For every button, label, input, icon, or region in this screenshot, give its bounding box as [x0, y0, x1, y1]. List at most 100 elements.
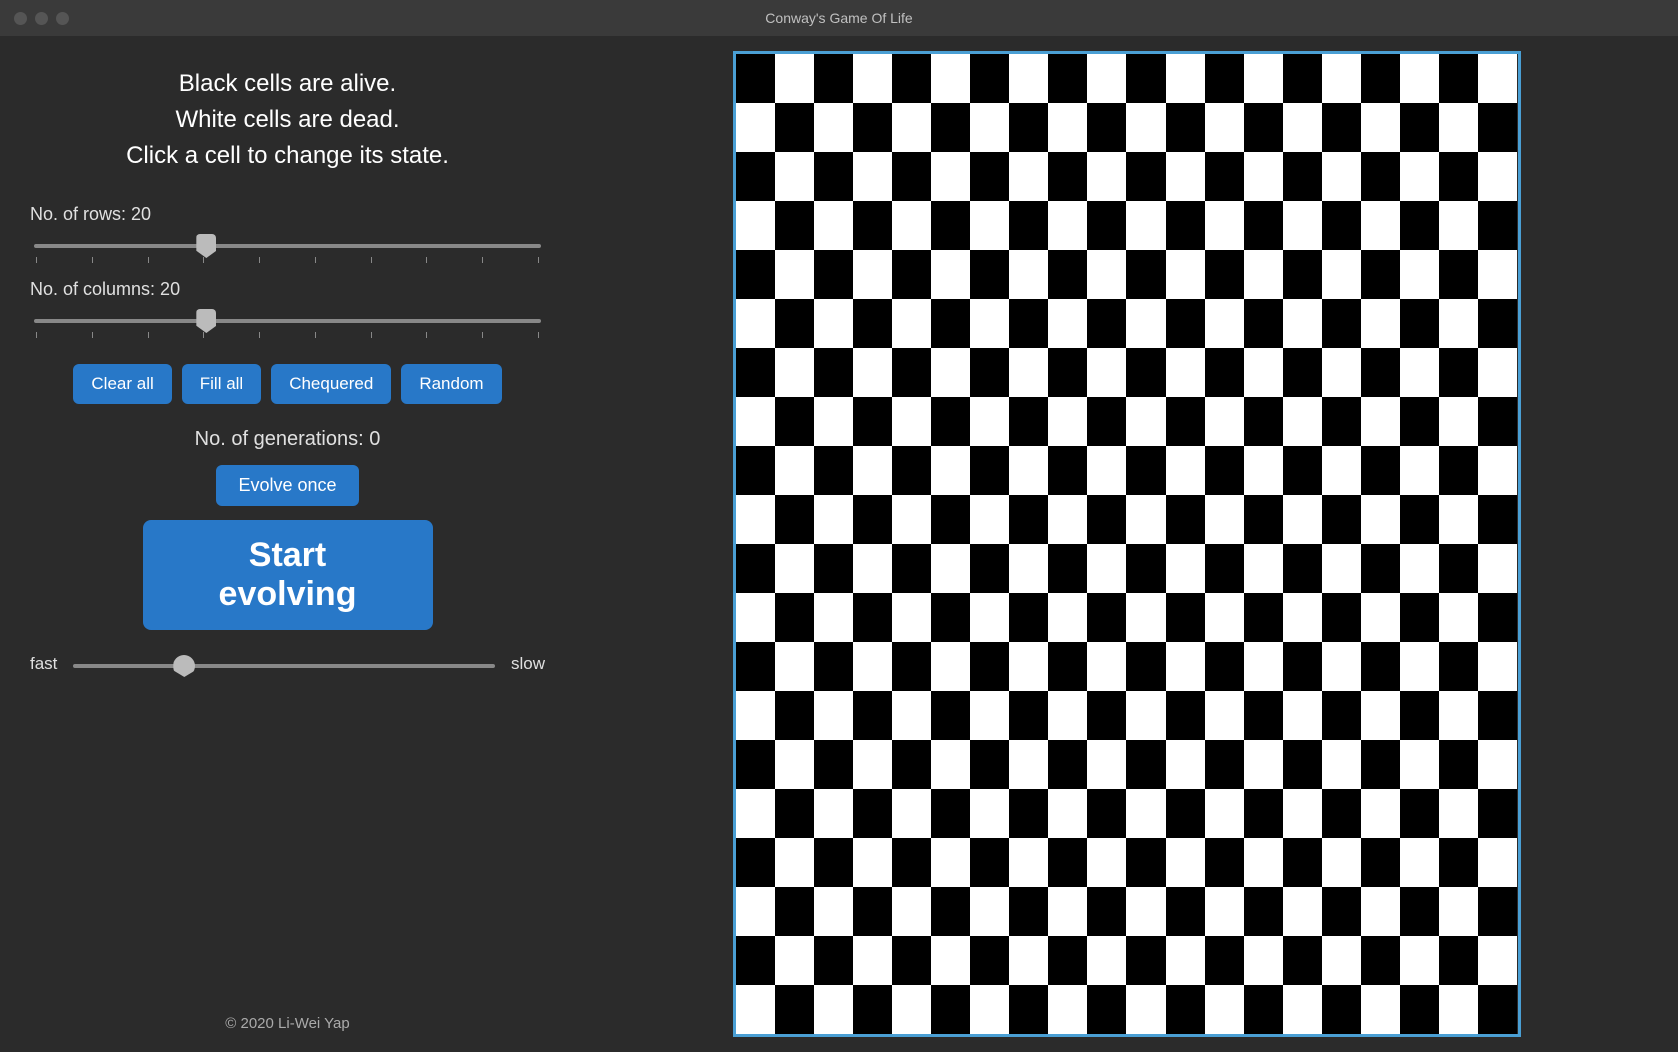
- cell[interactable]: [814, 103, 853, 152]
- cell[interactable]: [1087, 691, 1126, 740]
- cell[interactable]: [1400, 397, 1439, 446]
- cell[interactable]: [1400, 54, 1439, 103]
- cell[interactable]: [1048, 397, 1087, 446]
- cell[interactable]: [1244, 544, 1283, 593]
- cell[interactable]: [1126, 250, 1165, 299]
- cell[interactable]: [814, 544, 853, 593]
- cell[interactable]: [1087, 446, 1126, 495]
- start-evolving-button[interactable]: Start evolving: [143, 520, 433, 630]
- cell[interactable]: [853, 544, 892, 593]
- cell[interactable]: [1439, 152, 1478, 201]
- cell[interactable]: [853, 495, 892, 544]
- cell[interactable]: [1166, 446, 1205, 495]
- cell[interactable]: [1283, 691, 1322, 740]
- cell[interactable]: [1244, 446, 1283, 495]
- cell[interactable]: [1048, 691, 1087, 740]
- cell[interactable]: [736, 691, 775, 740]
- cell[interactable]: [970, 201, 1009, 250]
- cell[interactable]: [775, 740, 814, 789]
- cell[interactable]: [1009, 593, 1048, 642]
- cell[interactable]: [775, 642, 814, 691]
- cell[interactable]: [1244, 740, 1283, 789]
- cell[interactable]: [931, 348, 970, 397]
- cell[interactable]: [814, 446, 853, 495]
- cell[interactable]: [1322, 397, 1361, 446]
- cell[interactable]: [1009, 348, 1048, 397]
- cell[interactable]: [892, 250, 931, 299]
- cell[interactable]: [1361, 936, 1400, 985]
- cell[interactable]: [1205, 152, 1244, 201]
- cell[interactable]: [1244, 642, 1283, 691]
- cell[interactable]: [970, 495, 1009, 544]
- cell[interactable]: [1283, 985, 1322, 1034]
- cell[interactable]: [1126, 201, 1165, 250]
- cell[interactable]: [1205, 936, 1244, 985]
- cell[interactable]: [775, 446, 814, 495]
- cell[interactable]: [1283, 348, 1322, 397]
- cell[interactable]: [814, 789, 853, 838]
- cell[interactable]: [1205, 446, 1244, 495]
- cell[interactable]: [1400, 593, 1439, 642]
- cell[interactable]: [1048, 593, 1087, 642]
- cell[interactable]: [1478, 201, 1517, 250]
- cell[interactable]: [1361, 740, 1400, 789]
- cell[interactable]: [775, 985, 814, 1034]
- cell[interactable]: [892, 299, 931, 348]
- cell[interactable]: [1400, 544, 1439, 593]
- cell[interactable]: [775, 250, 814, 299]
- cell[interactable]: [1126, 348, 1165, 397]
- columns-slider[interactable]: [34, 319, 541, 323]
- cell[interactable]: [1048, 446, 1087, 495]
- cell[interactable]: [1283, 152, 1322, 201]
- cell[interactable]: [931, 201, 970, 250]
- cell[interactable]: [736, 544, 775, 593]
- cell[interactable]: [1361, 789, 1400, 838]
- cell[interactable]: [970, 985, 1009, 1034]
- cell[interactable]: [931, 299, 970, 348]
- cell[interactable]: [736, 299, 775, 348]
- cell[interactable]: [1166, 397, 1205, 446]
- cell[interactable]: [1087, 593, 1126, 642]
- cell[interactable]: [1283, 397, 1322, 446]
- cell[interactable]: [1048, 201, 1087, 250]
- cell[interactable]: [1478, 446, 1517, 495]
- cell[interactable]: [1126, 936, 1165, 985]
- cell[interactable]: [1400, 103, 1439, 152]
- cell[interactable]: [814, 936, 853, 985]
- cell[interactable]: [931, 397, 970, 446]
- cell[interactable]: [1283, 103, 1322, 152]
- cell[interactable]: [1244, 348, 1283, 397]
- cell[interactable]: [931, 495, 970, 544]
- cell[interactable]: [1400, 152, 1439, 201]
- cell[interactable]: [970, 642, 1009, 691]
- cell[interactable]: [1283, 887, 1322, 936]
- cell[interactable]: [1361, 544, 1400, 593]
- cell[interactable]: [1244, 936, 1283, 985]
- cell[interactable]: [1439, 936, 1478, 985]
- cell[interactable]: [931, 446, 970, 495]
- cell[interactable]: [1205, 642, 1244, 691]
- cell[interactable]: [970, 299, 1009, 348]
- cell[interactable]: [1087, 103, 1126, 152]
- cell[interactable]: [1048, 740, 1087, 789]
- cell[interactable]: [931, 691, 970, 740]
- cell[interactable]: [1478, 593, 1517, 642]
- cell[interactable]: [1478, 544, 1517, 593]
- cell[interactable]: [892, 201, 931, 250]
- cell[interactable]: [775, 789, 814, 838]
- cell[interactable]: [853, 691, 892, 740]
- cell[interactable]: [1205, 348, 1244, 397]
- cell[interactable]: [1439, 691, 1478, 740]
- cell[interactable]: [1283, 201, 1322, 250]
- cell[interactable]: [1283, 838, 1322, 887]
- cell[interactable]: [1283, 740, 1322, 789]
- cell[interactable]: [1283, 495, 1322, 544]
- cell[interactable]: [1205, 397, 1244, 446]
- maximize-button[interactable]: [56, 12, 69, 25]
- fill-all-button[interactable]: Fill all: [182, 364, 261, 404]
- cell[interactable]: [1048, 152, 1087, 201]
- cell[interactable]: [1009, 544, 1048, 593]
- cell[interactable]: [1283, 642, 1322, 691]
- cell[interactable]: [1205, 299, 1244, 348]
- cell[interactable]: [1283, 299, 1322, 348]
